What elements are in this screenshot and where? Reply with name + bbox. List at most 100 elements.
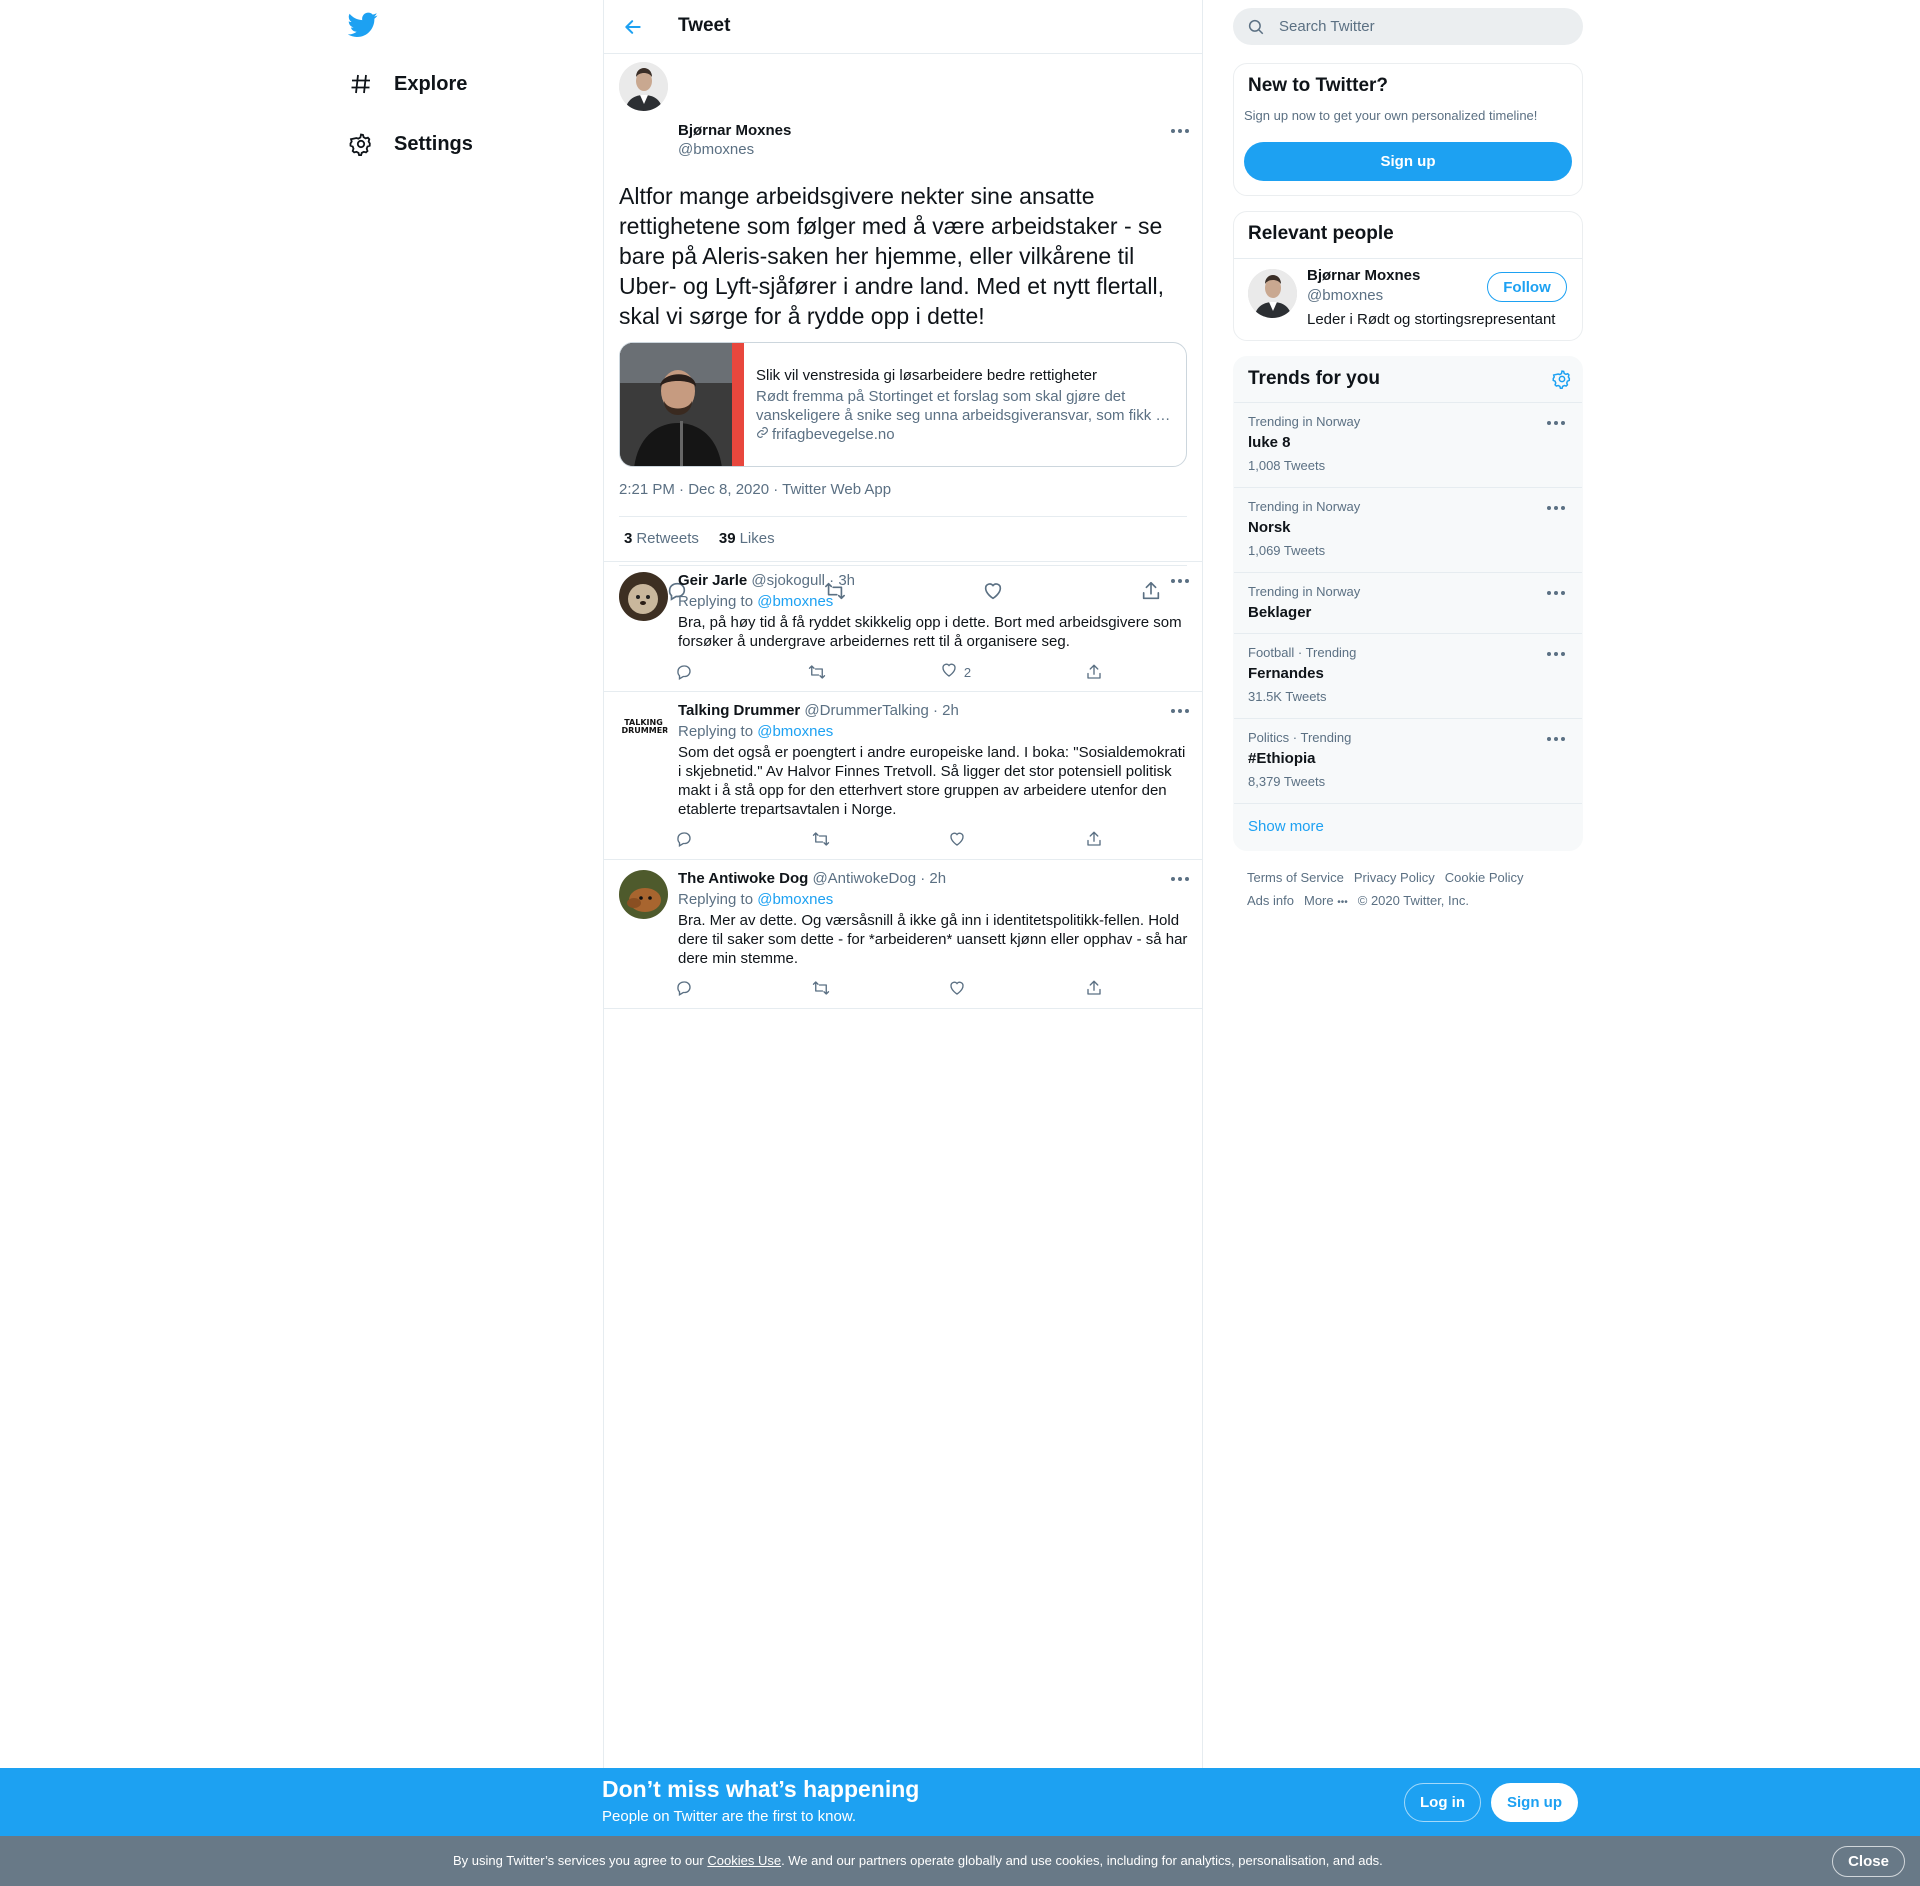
trend-meta: Trending in Norway [1248,584,1361,599]
terms-link[interactable]: Terms of Service [1247,870,1344,885]
reply-author-handle[interactable]: @DrummerTalking [804,702,928,719]
trend-name: Norsk [1248,519,1291,536]
reply-icon[interactable] [674,829,694,849]
share-icon[interactable] [1084,829,1104,849]
signup-button[interactable]: Sign up [1244,142,1572,181]
avatar-text: TALKING DRUMMER [621,717,669,735]
replying-to: Replying to @bmoxnes [678,723,834,740]
person-name[interactable]: Bjørnar Moxnes [1307,267,1420,284]
search-input[interactable] [1279,18,1559,35]
more-options-icon[interactable] [1169,124,1191,138]
trend-name: Beklager [1248,604,1312,621]
relevant-people-panel: Relevant people Bjørnar Moxnes @bmoxnes … [1233,211,1583,341]
trend-count: 1,069 Tweets [1248,543,1326,558]
show-more-link[interactable]: Show more [1248,818,1324,835]
ads-info-link[interactable]: Ads info [1247,893,1294,908]
mention-link[interactable]: @bmoxnes [757,891,833,908]
reply-author-handle[interactable]: @sjokogull [751,572,825,589]
trends-title: Trends for you [1248,368,1380,389]
share-icon[interactable] [1084,662,1104,682]
nav-item-explore[interactable]: Explore [348,64,467,104]
avatar[interactable] [619,572,668,621]
divider [1234,258,1582,259]
retweet-icon[interactable] [807,662,827,682]
reply-tweet[interactable]: TALKING DRUMMER Talking Drummer @Drummer… [604,691,1202,859]
reply-author-name[interactable]: Talking Drummer [678,702,800,719]
link-card[interactable]: Slik vil venstresida gi løsarbeidere bed… [619,342,1187,467]
like-button[interactable]: 2 [940,662,971,682]
cookies-use-link[interactable]: Cookies Use [707,1853,781,1868]
reply-time[interactable]: · 2h [920,870,946,887]
show-more-row[interactable]: Show more [1234,803,1582,851]
reply-author-handle[interactable]: @AntiwokeDog [812,870,916,887]
trend-item[interactable]: Trending in Norway Beklager [1234,572,1582,633]
footer-links-row-1: Terms of Service Privacy Policy Cookie P… [1247,870,1524,885]
more-options-icon[interactable] [1545,501,1567,515]
back-arrow-icon[interactable] [620,14,646,40]
follow-button[interactable]: Follow [1487,272,1567,302]
reply-icon[interactable] [674,662,694,682]
tweet-stats: 3 Retweets 39 Likes [624,530,775,547]
reply-icon[interactable] [674,978,694,998]
avatar[interactable] [1248,269,1297,318]
more-options-icon[interactable] [1545,416,1567,430]
trend-name: luke 8 [1248,434,1291,451]
nav-item-settings[interactable]: Settings [348,124,473,164]
more-menu[interactable]: More ••• [1304,893,1348,908]
more-dots-icon: ••• [1337,897,1348,908]
replying-to: Replying to @bmoxnes [678,593,834,610]
reply-author-name[interactable]: The Antiwoke Dog [678,870,808,887]
trends-settings-icon[interactable] [1552,369,1572,394]
trend-item[interactable]: Trending in Norway Norsk 1,069 Tweets [1234,487,1582,572]
more-options-icon[interactable] [1545,647,1567,661]
author-name[interactable]: Bjørnar Moxnes [678,122,791,139]
reply-time[interactable]: · 2h [933,702,959,719]
reply-time[interactable]: · 3h [829,572,855,589]
trend-item[interactable]: Football · Trending Fernandes 31.5K Twee… [1234,633,1582,718]
like-icon[interactable] [947,978,967,998]
retweets-stat[interactable]: 3 Retweets [624,530,699,547]
login-button[interactable]: Log in [1404,1783,1481,1822]
reply-text: Bra, på høy tid å få ryddet skikkelig op… [678,614,1182,650]
relevant-people-title: Relevant people [1248,223,1394,244]
reply-tweet[interactable]: The Antiwoke Dog @AntiwokeDog · 2h Reply… [604,859,1202,1009]
avatar[interactable] [619,62,668,111]
tweet-text: Altfor mange arbeidsgivere nekter sine a… [619,183,1164,329]
nav-item-label: Explore [394,72,468,95]
mention-link[interactable]: @bmoxnes [757,593,833,610]
reply-actions: 2 [674,662,1104,682]
banner-subline: People on Twitter are the first to know. [602,1808,857,1825]
close-button[interactable]: Close [1832,1846,1905,1877]
reply-header: The Antiwoke Dog @AntiwokeDog · 2h [678,870,946,887]
more-options-icon[interactable] [1169,704,1191,718]
person-handle[interactable]: @bmoxnes [1307,287,1383,304]
reply-header: Geir Jarle @sjokogull · 3h [678,572,855,589]
trend-item[interactable]: Politics · Trending #Ethiopia 8,379 Twee… [1234,718,1582,803]
card-thumbnail [620,343,744,466]
cookie-policy-link[interactable]: Cookie Policy [1445,870,1524,885]
replying-to: Replying to @bmoxnes [678,891,834,908]
privacy-link[interactable]: Privacy Policy [1354,870,1435,885]
more-options-icon[interactable] [1545,586,1567,600]
avatar[interactable]: TALKING DRUMMER [619,702,668,751]
more-options-icon[interactable] [1169,574,1191,588]
copyright-text: © 2020 Twitter, Inc. [1357,893,1469,908]
banner-signup-button[interactable]: Sign up [1491,1783,1578,1822]
twitter-logo-icon[interactable] [347,12,384,42]
more-options-icon[interactable] [1169,872,1191,886]
likes-stat[interactable]: 39 Likes [719,530,775,547]
avatar[interactable] [619,870,668,919]
author-handle[interactable]: @bmoxnes [678,141,754,158]
mention-link[interactable]: @bmoxnes [757,723,833,740]
trend-item[interactable]: Trending in Norway luke 8 1,008 Tweets [1234,402,1582,487]
main-tweet: Bjørnar Moxnes @bmoxnes Altfor mange arb… [604,54,1202,601]
retweet-icon[interactable] [811,829,831,849]
like-icon[interactable] [947,829,967,849]
tweet-timestamp[interactable]: 2:21 PM · Dec 8, 2020 · Twitter Web App [619,481,891,498]
reply-tweet[interactable]: Geir Jarle @sjokogull · 3h Replying to @… [604,561,1202,691]
more-options-icon[interactable] [1545,732,1567,746]
card-description: Rødt fremma på Stortinget et forslag som… [756,387,1171,424]
share-icon[interactable] [1084,978,1104,998]
retweet-icon[interactable] [811,978,831,998]
reply-author-name[interactable]: Geir Jarle [678,572,747,589]
